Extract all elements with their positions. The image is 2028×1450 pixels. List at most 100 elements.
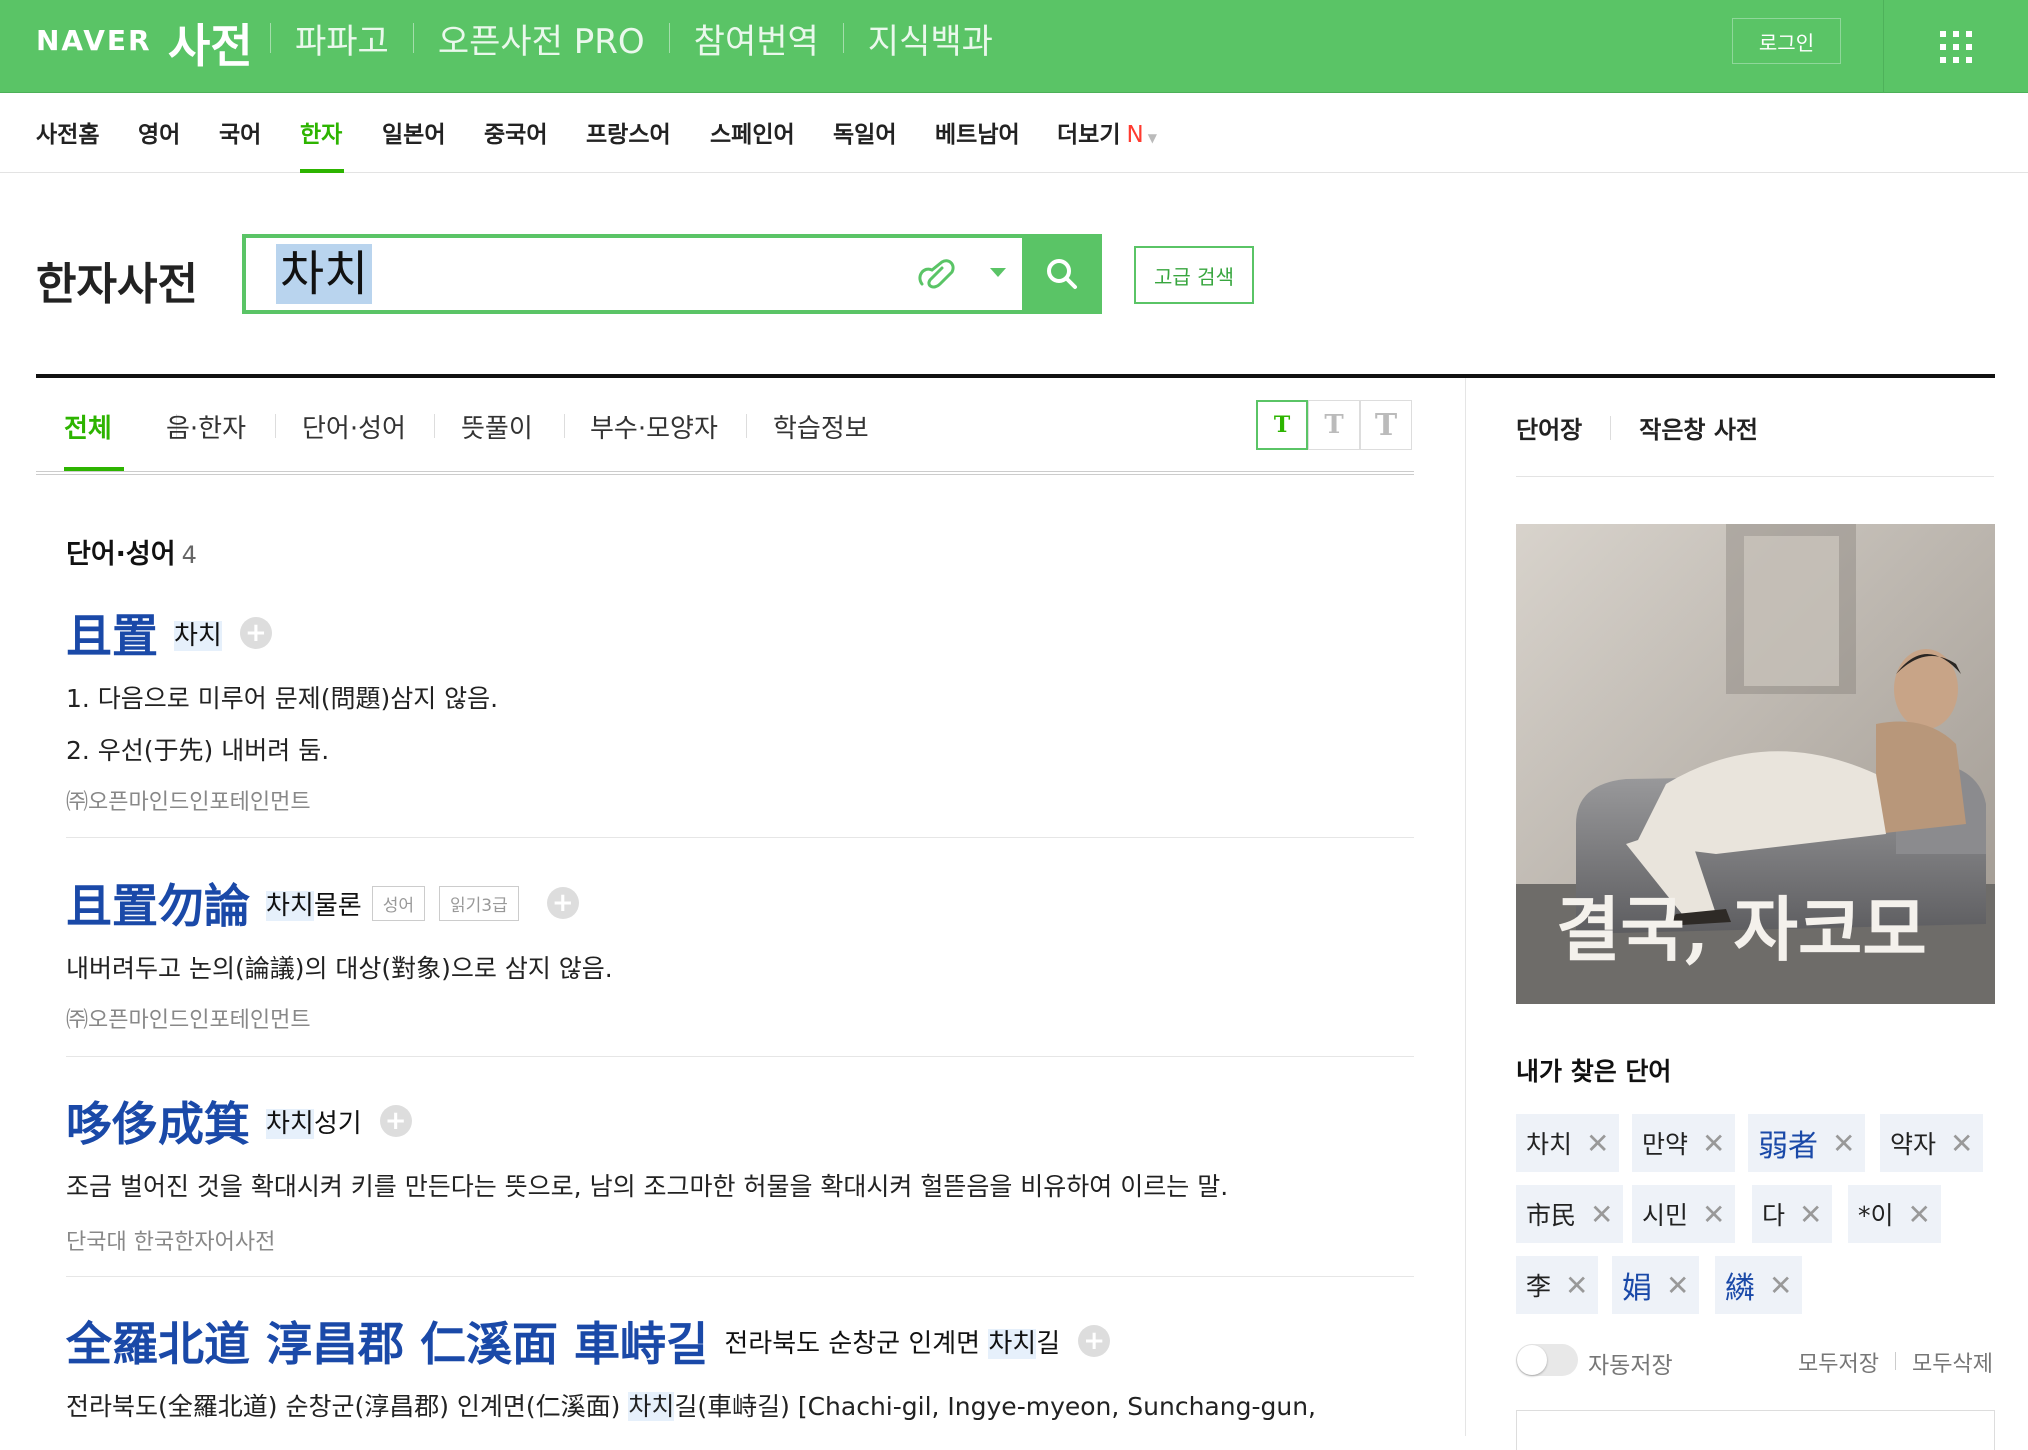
chip-label: 차치 [1526, 1130, 1573, 1159]
close-icon[interactable]: ✕ [1702, 1198, 1725, 1231]
login-button[interactable]: 로그인 [1732, 18, 1841, 64]
page-title: 한자사전 [36, 259, 198, 310]
entry-definition: 1. 다음으로 미루어 문제(問題)삼지 않음. 2. 우선(于先) 내버려 둠… [66, 680, 1414, 770]
dictionary-logo[interactable]: 사전 [168, 10, 253, 76]
tab-separator [564, 414, 565, 438]
tabs-bottom-rule [36, 471, 1414, 475]
nav-open-dict-pro[interactable]: 오픈사전 PRO [414, 14, 669, 63]
definition-highlight: 차치 [628, 1392, 675, 1421]
lang-tab-french[interactable]: 프랑스어 [586, 115, 671, 149]
new-badge: N [1126, 122, 1144, 148]
lang-tab-korean[interactable]: 국어 [219, 115, 261, 149]
close-icon[interactable]: ✕ [1799, 1198, 1822, 1231]
recent-word-chip[interactable]: 약자 ✕ [1880, 1114, 1984, 1172]
search-query[interactable]: 차치 [276, 244, 373, 304]
save-all-button[interactable]: 모두저장 [1798, 1346, 1879, 1378]
input-tool-dropdown-icon[interactable] [990, 268, 1006, 277]
font-size-small-button[interactable]: T [1256, 400, 1308, 450]
delete-all-button[interactable]: 모두삭제 [1912, 1346, 1993, 1378]
tab-radicals[interactable]: 부수·모양자 [590, 408, 718, 445]
tab-sound-hanja[interactable]: 음·한자 [166, 408, 246, 445]
close-icon[interactable]: ✕ [1666, 1269, 1689, 1302]
sidebar-tabs-rule [1516, 476, 1994, 477]
close-icon[interactable]: ✕ [1586, 1127, 1609, 1160]
service-menu-button[interactable] [1883, 0, 2028, 93]
recent-word-chip[interactable]: 만약 ✕ [1632, 1114, 1736, 1172]
recent-word-chip[interactable]: 繗 ✕ [1715, 1256, 1803, 1314]
entry-definition: 전라북도(全羅北道) 순창군(淳昌郡) 인계면(仁溪面) 차치길(車峙길) [C… [66, 1388, 1414, 1426]
add-to-wordbook-icon[interactable]: + [239, 617, 272, 649]
nav-participation-translation[interactable]: 참여번역 [670, 14, 843, 63]
tab-study-info[interactable]: 학습정보 [773, 408, 869, 445]
results-heading: 단어·성어 4 [66, 532, 197, 571]
recent-word-chip[interactable]: 弱者 ✕ [1748, 1114, 1866, 1172]
close-icon[interactable]: ✕ [1702, 1127, 1725, 1160]
toggle-knob [1517, 1345, 1547, 1375]
lang-tab-chinese[interactable]: 중국어 [484, 115, 547, 149]
lang-tab-japanese[interactable]: 일본어 [382, 115, 445, 149]
auto-save-toggle[interactable] [1516, 1344, 1578, 1376]
recent-word-chip[interactable]: 시민 ✕ [1632, 1185, 1736, 1243]
search-button[interactable] [1022, 234, 1102, 314]
entry-reading: 차치성기 [266, 1108, 362, 1139]
entry-source: 단국대 한국한자어사전 [66, 1230, 276, 1255]
action-separator [1895, 1352, 1896, 1370]
sidebar-bottom-panel [1516, 1410, 1995, 1450]
lang-tab-hanja[interactable]: 한자 [300, 115, 342, 149]
recent-word-chip[interactable]: 娟 ✕ [1612, 1256, 1700, 1314]
add-to-wordbook-icon[interactable]: + [1078, 1325, 1111, 1357]
lang-tab-vietnamese[interactable]: 베트남어 [935, 115, 1020, 149]
entry-hanja[interactable]: 且置勿論 [66, 879, 250, 933]
recent-word-chip[interactable]: 李 ✕ [1516, 1256, 1599, 1314]
tab-words-idioms[interactable]: 단어·성어 [302, 408, 406, 445]
nav-knowledge-encyclopedia[interactable]: 지식백과 [844, 14, 1017, 63]
close-icon[interactable]: ✕ [1590, 1198, 1613, 1231]
close-icon[interactable]: ✕ [1908, 1198, 1931, 1231]
search-input[interactable]: 차치 [242, 234, 1102, 314]
result-tabs: 전체 음·한자 단어·성어 뜻풀이 부수·모양자 학습정보 [36, 378, 1414, 474]
reading-rest: 물론 [313, 890, 362, 921]
definition-line: 2. 우선(于先) 내버려 둠. [66, 736, 330, 765]
close-icon[interactable]: ✕ [1769, 1269, 1792, 1302]
lang-tab-home[interactable]: 사전홈 [36, 115, 99, 149]
tab-separator [746, 414, 747, 438]
recent-word-chip[interactable]: 市民 ✕ [1516, 1185, 1624, 1243]
font-size-medium-button[interactable]: T [1308, 400, 1360, 450]
tab-wordbook[interactable]: 단어장 [1516, 410, 1582, 445]
caret-down-icon: ▼ [1147, 131, 1157, 145]
close-icon[interactable]: ✕ [1565, 1269, 1588, 1302]
nav-papago[interactable]: 파파고 [271, 14, 413, 63]
close-icon[interactable]: ✕ [1832, 1127, 1855, 1160]
recent-word-chip[interactable]: 다 ✕ [1752, 1185, 1833, 1243]
add-to-wordbook-icon[interactable]: + [546, 887, 579, 919]
close-icon[interactable]: ✕ [1950, 1127, 1973, 1160]
lang-tab-english[interactable]: 영어 [138, 115, 180, 149]
entry-reading: 전라북도 순창군 인계면 차치길 [724, 1328, 1060, 1359]
active-lang-underline [300, 169, 344, 173]
entry-hanja[interactable]: 且置 [66, 609, 158, 663]
search-icon [1047, 259, 1077, 289]
advanced-search-button[interactable]: 고급 검색 [1134, 246, 1254, 304]
advertisement-banner[interactable]: 결국, 자코모 [1516, 524, 1995, 1004]
lang-tab-german[interactable]: 독일어 [833, 115, 896, 149]
result-entry: 哆侈成箕 차치성기 + 조금 벌어진 것을 확대시켜 키를 만든다는 뜻으로, 남의… [66, 1088, 1414, 1256]
tab-mini-dictionary[interactable]: 작은창 사전 [1639, 410, 1758, 445]
chip-label: 市民 [1526, 1201, 1577, 1230]
tab-all[interactable]: 전체 [64, 408, 112, 445]
add-to-wordbook-icon[interactable]: + [379, 1105, 412, 1137]
lang-tab-more[interactable]: 더보기 N ▼ [1057, 115, 1157, 149]
font-size-large-button[interactable]: T [1360, 400, 1412, 450]
lang-tab-spanish[interactable]: 스페인어 [710, 115, 795, 149]
entry-hanja[interactable]: 全羅北道 淳昌郡 仁溪面 車峙길 [66, 1317, 708, 1371]
entry-hanja[interactable]: 哆侈成箕 [66, 1097, 250, 1151]
service-nav: 파파고 오픈사전 PRO 참여번역 지식백과 [270, 18, 1017, 62]
recent-word-chip[interactable]: *이 ✕ [1848, 1185, 1941, 1243]
naver-logo[interactable]: NAVER [36, 24, 152, 57]
tab-meanings[interactable]: 뜻풀이 [461, 408, 533, 445]
handwriting-input-icon[interactable] [914, 254, 960, 294]
results-heading-label: 단어·성어 [66, 539, 176, 570]
entry-divider [66, 1056, 1414, 1057]
chip-label: 娟 [1622, 1271, 1652, 1306]
recent-word-chip[interactable]: 차치 ✕ [1516, 1114, 1620, 1172]
more-label: 더보기 [1057, 122, 1121, 148]
